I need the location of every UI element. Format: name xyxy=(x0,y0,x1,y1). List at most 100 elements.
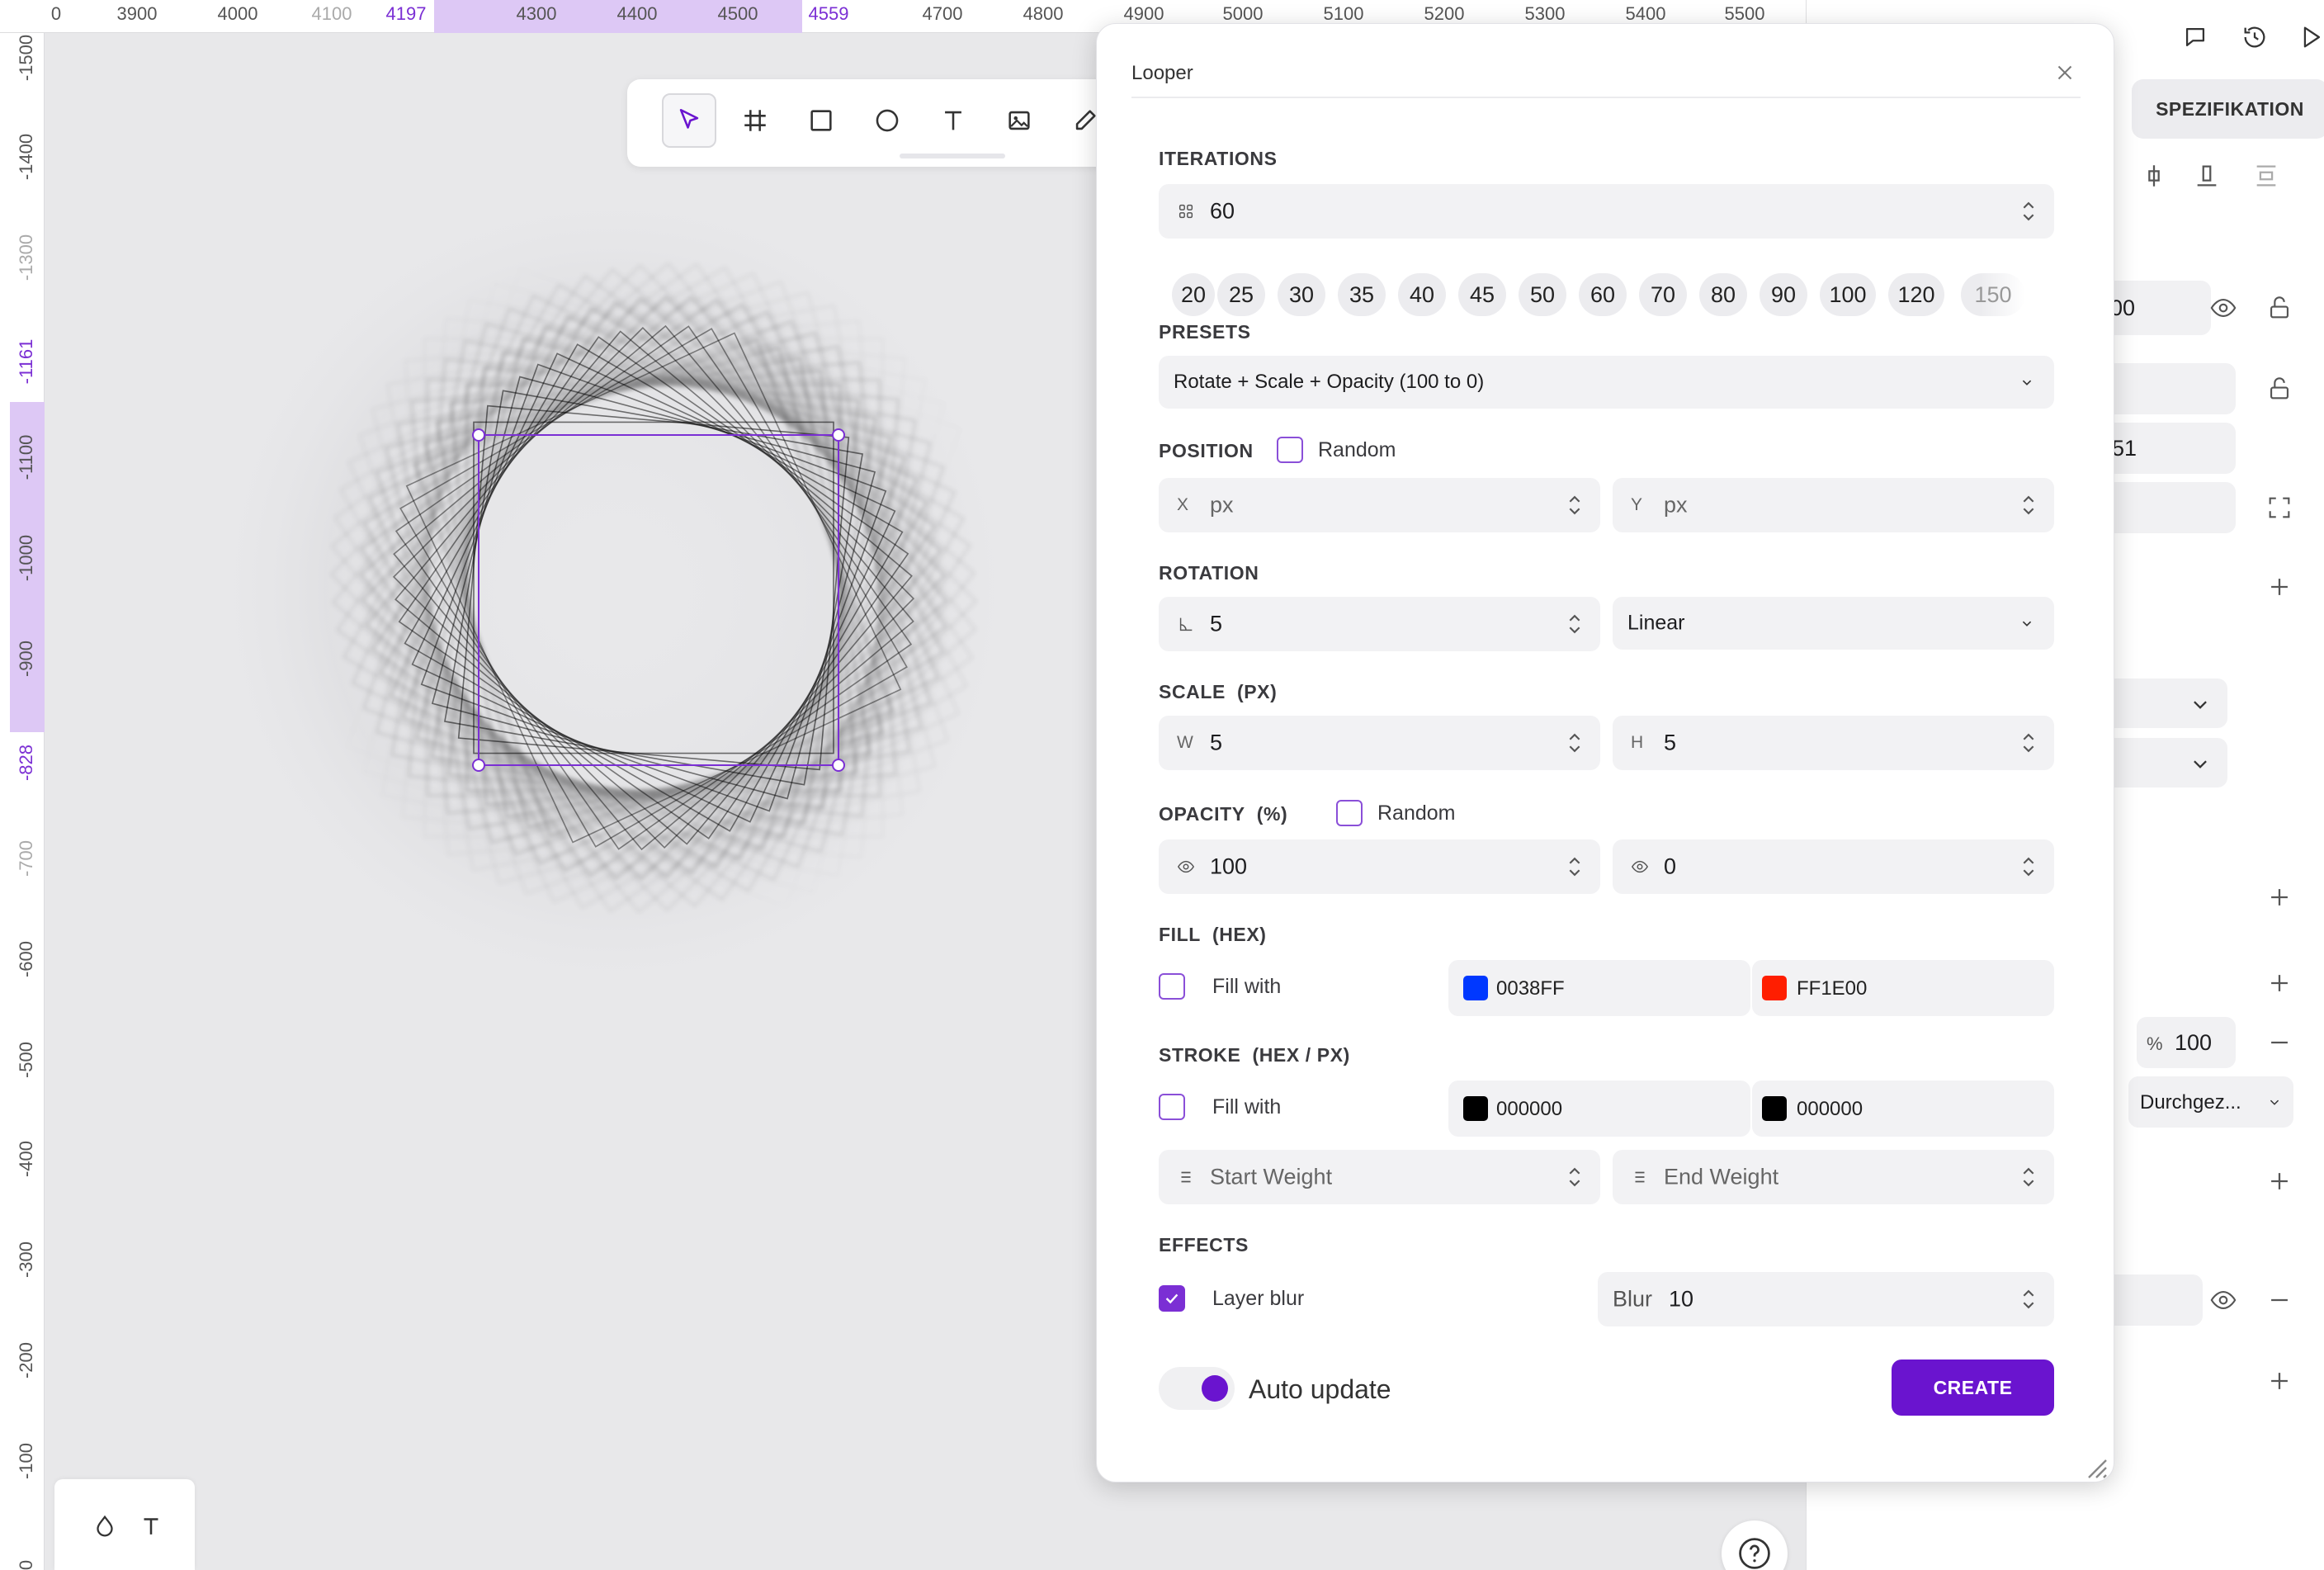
iteration-chip[interactable]: 50 xyxy=(1519,273,1566,316)
lock-open-icon[interactable] xyxy=(2265,294,2293,322)
fill-end-color[interactable]: FF1E00 xyxy=(1752,960,2054,1016)
effect-field[interactable] xyxy=(2104,1274,2203,1326)
iteration-chip[interactable]: 150 xyxy=(1961,273,2025,316)
lock-open-icon[interactable] xyxy=(2265,375,2293,403)
stepper-icon[interactable] xyxy=(1567,1163,1582,1191)
color-swatch[interactable] xyxy=(1463,1096,1488,1121)
end-weight-placeholder: End Weight xyxy=(1664,1164,1779,1189)
position-x-input[interactable]: X px xyxy=(1159,478,1600,532)
blend-mode-select[interactable]: Durchgez... xyxy=(2128,1076,2293,1128)
stepper-icon[interactable] xyxy=(1567,610,1582,638)
plus-icon[interactable] xyxy=(2265,883,2293,911)
cursor-tool[interactable] xyxy=(662,93,716,148)
help-button[interactable] xyxy=(1722,1520,1788,1570)
stepper-icon[interactable] xyxy=(1567,853,1582,881)
align-bottom-icon[interactable] xyxy=(2193,162,2221,190)
color-swatch[interactable] xyxy=(1762,1096,1787,1121)
iteration-chip[interactable]: 120 xyxy=(1888,273,1944,316)
layer-blur-checkbox[interactable] xyxy=(1159,1285,1185,1312)
plus-icon[interactable] xyxy=(2265,1367,2293,1395)
resize-handle[interactable] xyxy=(472,428,485,442)
minus-icon[interactable] xyxy=(2265,1029,2293,1057)
stepper-icon[interactable] xyxy=(2021,1285,2036,1313)
stepper-icon[interactable] xyxy=(2021,853,2036,881)
color-swatch[interactable] xyxy=(1762,976,1787,1000)
opacity-random-checkbox[interactable] xyxy=(1336,800,1363,826)
opacity-field[interactable]: % 100 xyxy=(2137,1017,2236,1068)
close-icon[interactable] xyxy=(2052,60,2077,85)
minus-icon[interactable] xyxy=(2265,1286,2293,1314)
resize-handle[interactable] xyxy=(832,759,845,772)
eye-icon[interactable] xyxy=(2209,294,2237,322)
iteration-chip[interactable]: 45 xyxy=(1458,273,1506,316)
selection-box[interactable] xyxy=(472,428,845,772)
ellipse-tool[interactable] xyxy=(860,93,914,148)
stroke-start-color[interactable]: 000000 xyxy=(1448,1081,1750,1137)
x-placeholder: px xyxy=(1210,492,1234,518)
comment-icon[interactable] xyxy=(2181,23,2209,51)
presets-select[interactable]: Rotate + Scale + Opacity (100 to 0) xyxy=(1159,356,2054,409)
rotation-easing-select[interactable]: Linear xyxy=(1613,597,2054,650)
plus-icon[interactable] xyxy=(2265,573,2293,601)
frame-tool[interactable] xyxy=(728,93,782,148)
iteration-chip[interactable]: 30 xyxy=(1278,273,1325,316)
plus-icon[interactable] xyxy=(2265,1167,2293,1195)
scale-width-input[interactable]: W 5 xyxy=(1159,716,1600,770)
create-button[interactable]: CREATE xyxy=(1892,1360,2054,1416)
iterations-input[interactable]: 60 xyxy=(1159,184,2054,239)
stepper-icon[interactable] xyxy=(1567,729,1582,757)
blur-prefix: Blur xyxy=(1613,1286,1653,1312)
auto-update-toggle[interactable] xyxy=(1159,1367,1235,1410)
expand-icon[interactable] xyxy=(2265,494,2293,522)
position-y-input[interactable]: Y px xyxy=(1613,478,2054,532)
stepper-icon[interactable] xyxy=(2021,197,2036,225)
plus-icon[interactable] xyxy=(2265,969,2293,997)
opacity-start-input[interactable]: 100 xyxy=(1159,839,1600,894)
width-field[interactable]: 00 xyxy=(2104,281,2211,335)
resize-grip-icon[interactable] xyxy=(2079,1450,2109,1480)
iteration-chip[interactable]: 70 xyxy=(1639,273,1687,316)
stepper-icon[interactable] xyxy=(2021,491,2036,519)
iteration-chip[interactable]: 35 xyxy=(1338,273,1386,316)
y-field[interactable] xyxy=(2104,482,2236,533)
stepper-icon[interactable] xyxy=(2021,1163,2036,1191)
iteration-chip[interactable]: 90 xyxy=(1760,273,1807,316)
toolbar-grip[interactable] xyxy=(900,154,1005,158)
iteration-chip[interactable]: 80 xyxy=(1699,273,1747,316)
stepper-icon[interactable] xyxy=(2021,729,2036,757)
fill-checkbox[interactable] xyxy=(1159,973,1185,1000)
resize-handle[interactable] xyxy=(472,759,485,772)
opacity-end-input[interactable]: 0 xyxy=(1613,839,2054,894)
stepper-icon[interactable] xyxy=(1567,491,1582,519)
iteration-chip[interactable]: 20 xyxy=(1172,273,1215,316)
image-tool[interactable] xyxy=(992,93,1046,148)
fill-start-color[interactable]: 0038FF xyxy=(1448,960,1750,1016)
tab-spezifikation[interactable]: SPEZIFIKATION xyxy=(2132,79,2324,139)
distribute-icon[interactable] xyxy=(2252,162,2280,190)
iteration-chip[interactable]: 40 xyxy=(1398,273,1446,316)
stroke-end-color[interactable]: 000000 xyxy=(1752,1081,2054,1137)
x-field[interactable]: 51 xyxy=(2104,423,2236,474)
scale-height-input[interactable]: H 5 xyxy=(1613,716,2054,770)
y-placeholder: px xyxy=(1664,492,1688,518)
position-random-checkbox[interactable] xyxy=(1277,437,1303,463)
play-icon[interactable] xyxy=(2297,23,2324,51)
history-icon[interactable] xyxy=(2241,23,2269,51)
iteration-chip[interactable]: 60 xyxy=(1579,273,1627,316)
text-icon[interactable] xyxy=(137,1512,165,1540)
resize-handle[interactable] xyxy=(832,428,845,442)
rotation-input[interactable]: 5 xyxy=(1159,597,1600,651)
stroke-checkbox[interactable] xyxy=(1159,1094,1185,1120)
drop-icon[interactable] xyxy=(91,1512,119,1540)
blur-input[interactable]: Blur 10 xyxy=(1598,1272,2054,1326)
align-center-icon[interactable] xyxy=(2140,162,2168,190)
start-weight-input[interactable]: Start Weight xyxy=(1159,1150,1600,1204)
color-swatch[interactable] xyxy=(1463,976,1488,1000)
eye-icon[interactable] xyxy=(2209,1286,2237,1314)
rectangle-tool[interactable] xyxy=(794,93,848,148)
text-tool[interactable] xyxy=(926,93,980,148)
end-weight-input[interactable]: End Weight xyxy=(1613,1150,2054,1204)
iteration-chip[interactable]: 25 xyxy=(1217,273,1265,316)
iteration-chip[interactable]: 100 xyxy=(1820,273,1876,316)
height-field[interactable] xyxy=(2104,363,2236,414)
